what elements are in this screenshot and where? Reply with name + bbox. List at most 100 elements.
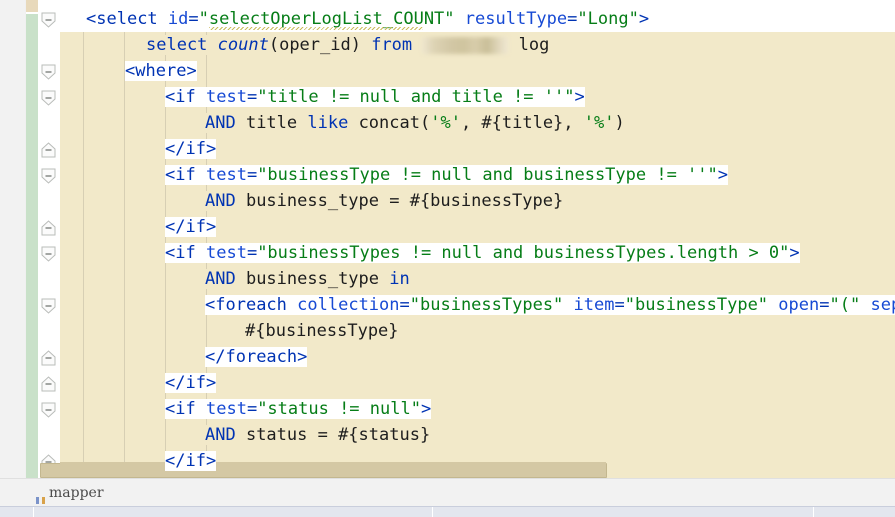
code-token: from	[371, 35, 423, 55]
editor-area[interactable]: <select id="selectOperLogList_COUNT" res…	[0, 0, 895, 478]
code-token: if	[185, 217, 206, 237]
code-line-if-businesstype-open[interactable]: <if test="businessType != null and busin…	[60, 162, 729, 188]
code-token: "selectOperLogList_COUNT"	[198, 9, 455, 29]
code-token-space	[508, 35, 519, 55]
code-token: >	[205, 139, 217, 159]
code-line-and-business-type-eq[interactable]: AND business_type = #{businessType}	[60, 188, 564, 214]
code-line-foreach-open[interactable]: <foreach collection="businessTypes" item…	[60, 292, 895, 318]
code-token: >	[205, 373, 217, 393]
code-token	[860, 295, 871, 315]
vcs-changed-lines-marker[interactable]	[26, 14, 38, 478]
code-token: <	[165, 165, 176, 185]
code-token: count	[217, 35, 269, 55]
code-line-and-status-eq[interactable]: AND status = #{status}	[60, 422, 431, 448]
code-line-if-businesstypes-close[interactable]: </if>	[60, 370, 217, 396]
code-token: test	[205, 243, 247, 263]
fold-marker-foreach-close[interactable]	[41, 350, 56, 366]
status-tick-orange	[42, 497, 45, 504]
code-token: test	[205, 87, 247, 107]
breadcrumb-item-mapper[interactable]: mapper	[49, 479, 104, 507]
code-line-if-title-close[interactable]: </if>	[60, 136, 217, 162]
code-token: AND	[205, 269, 246, 289]
fold-marker-if-btype-open[interactable]	[41, 168, 56, 184]
fold-marker-select-open[interactable]	[41, 12, 56, 28]
code-line-and-business-type-in[interactable]: AND business_type in	[60, 266, 410, 292]
code-token: title	[245, 113, 308, 133]
status-tick-blue	[36, 497, 39, 504]
code-token: =	[188, 9, 199, 29]
code-token	[195, 243, 206, 263]
code-line-if-status-open[interactable]: <if test="status != null">	[60, 396, 432, 422]
code-token: resultType	[464, 9, 568, 29]
code-token: >	[186, 61, 197, 81]
ide-editor-window: <select id="selectOperLogList_COUNT" res…	[0, 0, 895, 517]
status-bar[interactable]	[0, 506, 895, 517]
code-token: >	[297, 347, 308, 367]
fold-marker-foreach-open[interactable]	[41, 298, 56, 314]
fold-marker-if-title-open[interactable]	[41, 90, 56, 106]
code-token: <	[125, 61, 136, 81]
code-token: >	[205, 217, 217, 237]
code-token: like	[307, 113, 359, 133]
fold-marker-if-btypes-close[interactable]	[41, 376, 56, 392]
code-token: test	[205, 399, 247, 419]
code-token: if	[185, 139, 206, 159]
code-token	[157, 9, 168, 29]
code-line-if-title-open[interactable]: <if test="title != null and title != ''"…	[60, 84, 585, 110]
code-token: "status != null"	[257, 399, 421, 419]
code-token: '%'	[430, 113, 461, 133]
code-token: =	[399, 295, 410, 315]
code-line-and-title-like[interactable]: AND title like concat('%', #{title}, '%'…	[60, 110, 625, 136]
code-token: "Long"	[577, 9, 639, 29]
fold-marker-where-open[interactable]	[41, 64, 56, 80]
code-token: <	[165, 243, 176, 263]
code-token	[768, 295, 779, 315]
fold-marker-if-btype-close[interactable]	[41, 220, 56, 236]
code-token: >	[205, 451, 217, 471]
code-token: "businessTypes != null and businessTypes…	[257, 243, 790, 263]
code-token: >	[717, 165, 729, 185]
code-token: status = #{status}	[245, 425, 431, 445]
code-line-foreach-item[interactable]: #{businessType}	[60, 318, 399, 344]
editor-gutter[interactable]	[38, 0, 60, 478]
code-token: business_type	[245, 269, 390, 289]
code-token: >	[789, 243, 800, 263]
fold-marker-if-btypes-open[interactable]	[41, 246, 56, 262]
code-token: concat(	[358, 113, 431, 133]
code-token: if	[175, 243, 196, 263]
code-token: if	[175, 165, 196, 185]
code-token: , #{title},	[460, 113, 584, 133]
code-token: >	[638, 9, 650, 29]
code-token: =	[246, 165, 258, 185]
code-token: AND	[205, 113, 246, 133]
code-token: "businessTypes"	[409, 295, 564, 315]
code-token: foreach	[225, 347, 298, 367]
code-token: </	[165, 451, 186, 471]
code-token: <	[165, 399, 176, 419]
code-surface[interactable]: <select id="selectOperLogList_COUNT" res…	[60, 0, 895, 478]
redacted-table-prefix	[422, 36, 509, 54]
code-token: #{businessType}	[245, 321, 399, 341]
vcs-marker-stub	[26, 0, 38, 12]
code-line-foreach-close[interactable]: </foreach>	[60, 344, 308, 370]
code-token: '%'	[583, 113, 615, 133]
spellcheck-squiggle	[208, 27, 424, 30]
code-line-if-status-close-overlay[interactable]: </if>	[60, 448, 217, 474]
editor-left-annotation-strip[interactable]	[0, 0, 26, 478]
fold-marker-if-title-close[interactable]	[41, 142, 56, 158]
breadcrumb-bar[interactable]: mapper	[0, 478, 895, 507]
code-token: AND	[205, 425, 246, 445]
code-token: </	[165, 373, 186, 393]
code-token: log	[518, 35, 550, 55]
code-token: </	[165, 139, 186, 159]
code-token: =	[246, 243, 258, 263]
code-line-where-open[interactable]: <where>	[60, 58, 197, 84]
code-line-if-businesstype-close[interactable]: </if>	[60, 214, 217, 240]
code-token	[195, 87, 206, 107]
code-line-if-businesstypes-open[interactable]: <if test="businessTypes != null and busi…	[60, 240, 800, 266]
fold-marker-if-status-open[interactable]	[41, 402, 56, 418]
code-token: <	[165, 87, 176, 107]
code-token: AND	[205, 191, 246, 211]
code-line-select-count[interactable]: select count(oper_id) from log	[60, 32, 550, 58]
code-token: id	[167, 9, 189, 29]
